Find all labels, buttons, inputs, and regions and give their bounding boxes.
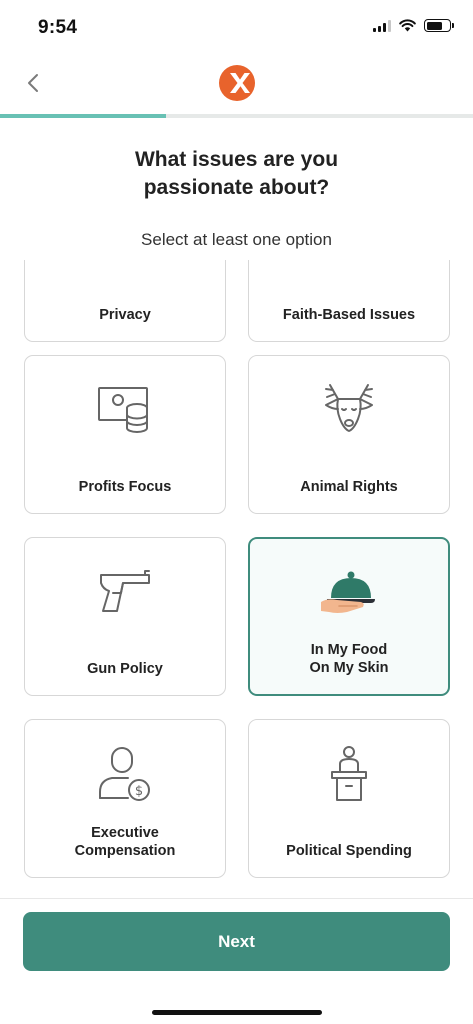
wifi-icon <box>399 19 416 32</box>
option-label: In My Food On My Skin <box>309 642 389 676</box>
status-icons <box>373 19 454 32</box>
page-subtitle: Select at least one option <box>141 230 332 249</box>
food-cloche-icon <box>250 561 448 625</box>
cellular-signal-icon <box>373 19 391 32</box>
chevron-left-icon <box>28 74 38 92</box>
option-card-animal-rights[interactable]: Animal Rights <box>248 355 450 514</box>
back-button[interactable] <box>18 68 48 98</box>
faith-icon <box>249 260 449 270</box>
option-label: Animal Rights <box>300 479 398 495</box>
profits-icon <box>25 378 225 442</box>
deer-icon <box>249 378 449 442</box>
option-label: Political Spending <box>286 843 412 859</box>
option-card-in-my-food-on-my-skin[interactable]: In My Food On My Skin <box>248 537 450 696</box>
home-indicator <box>152 1010 322 1015</box>
podium-icon <box>249 742 449 806</box>
option-label: Privacy <box>99 307 151 323</box>
progress-fill <box>0 114 166 118</box>
progress-bar <box>0 114 473 118</box>
gun-icon <box>25 560 225 624</box>
next-button[interactable]: Next <box>23 912 450 971</box>
option-label: Gun Policy <box>87 661 163 677</box>
option-card-profits-focus[interactable]: Profits Focus <box>24 355 226 514</box>
nav-header <box>0 56 473 112</box>
option-label: Executive Compensation <box>74 825 176 859</box>
footer-divider <box>0 898 473 899</box>
option-card-gun-policy[interactable]: Gun Policy <box>24 537 226 696</box>
option-card-political-spending[interactable]: Political Spending <box>248 719 450 878</box>
brand-logo <box>219 65 255 101</box>
option-card-executive-compensation[interactable]: $ Executive Compensation <box>24 719 226 878</box>
option-label: Faith-Based Issues <box>282 307 416 323</box>
option-card-faith-based-issues[interactable]: Faith-Based Issues <box>248 260 450 342</box>
options-scroll-area[interactable]: Privacy Faith-Based Issues Profits Focus… <box>0 260 473 898</box>
battery-icon <box>424 19 454 32</box>
executive-icon: $ <box>25 742 225 806</box>
svg-text:$: $ <box>135 784 143 799</box>
privacy-icon <box>25 260 225 270</box>
status-time: 9:54 <box>38 17 78 38</box>
page-title: What issues are you passionate about? <box>134 148 339 199</box>
option-label: Profits Focus <box>78 479 172 495</box>
option-card-privacy[interactable]: Privacy <box>24 260 226 342</box>
status-bar: 9:54 <box>0 0 473 56</box>
